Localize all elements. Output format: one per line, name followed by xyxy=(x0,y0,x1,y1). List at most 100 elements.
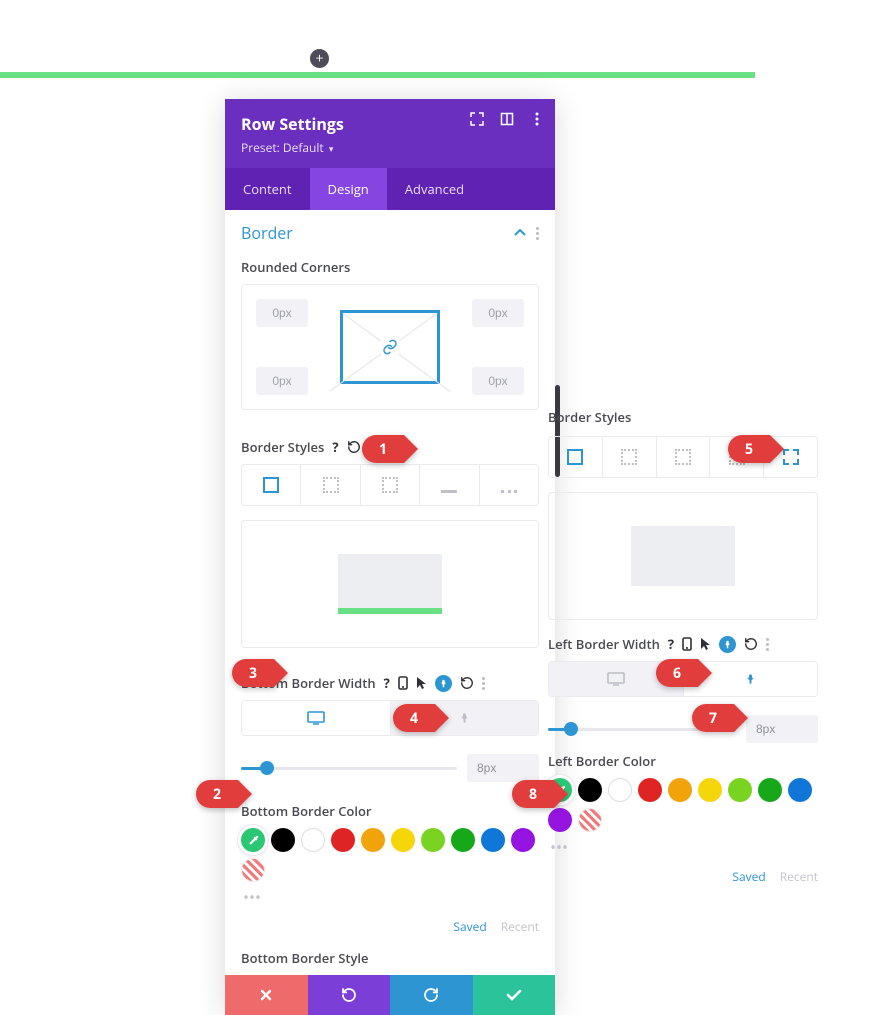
pin-icon[interactable] xyxy=(435,675,452,692)
border-right-button[interactable] xyxy=(361,465,420,505)
left-border-width-label: Left Border Width ? xyxy=(548,635,818,653)
bottom-border-style-label: Bottom Border Style xyxy=(241,949,539,967)
left-color-swatches xyxy=(548,778,818,832)
bottom-width-slider[interactable] xyxy=(241,767,457,770)
color-swatch[interactable] xyxy=(451,828,475,852)
color-swatch[interactable] xyxy=(728,778,752,802)
color-swatch[interactable] xyxy=(481,828,505,852)
callout-4: 4 xyxy=(393,704,435,732)
callout-8: 8 xyxy=(512,780,554,808)
color-swatch[interactable] xyxy=(301,828,325,852)
phone-icon[interactable] xyxy=(398,676,408,690)
tab-content[interactable]: Content xyxy=(225,168,310,210)
color-swatch[interactable] xyxy=(361,828,385,852)
color-swatch[interactable] xyxy=(391,828,415,852)
color-swatch[interactable] xyxy=(698,778,722,802)
phone-icon[interactable] xyxy=(682,637,692,651)
tab-advanced[interactable]: Advanced xyxy=(387,168,482,210)
color-swatch[interactable] xyxy=(788,778,812,802)
color-swatch[interactable] xyxy=(511,828,535,852)
more-colors-button[interactable]: ••• xyxy=(241,882,539,912)
color-swatch[interactable] xyxy=(578,778,602,802)
recent-colors-tab[interactable]: Recent xyxy=(501,918,539,935)
insertion-bar xyxy=(0,72,755,78)
border-right-button[interactable] xyxy=(657,437,711,477)
callout-1: 1 xyxy=(362,435,404,463)
rounded-corners-control xyxy=(241,284,539,410)
snap-icon[interactable] xyxy=(499,111,515,127)
rounded-corners-label: Rounded Corners xyxy=(241,258,539,276)
undo-button[interactable] xyxy=(308,975,391,1015)
pin-icon[interactable] xyxy=(719,636,736,653)
kebab-icon[interactable] xyxy=(482,677,485,690)
more-colors-button[interactable]: ••• xyxy=(548,832,818,862)
collapse-icon[interactable] xyxy=(514,229,526,237)
callout-6: 6 xyxy=(656,659,698,687)
border-all-button[interactable] xyxy=(549,437,603,477)
cancel-button[interactable] xyxy=(225,975,308,1015)
border-all-button[interactable] xyxy=(242,465,301,505)
color-swatch[interactable] xyxy=(608,778,632,802)
left-border-color-block: Left Border Color ••• Saved Recent xyxy=(548,752,818,885)
color-swatch[interactable] xyxy=(331,828,355,852)
section-border-header[interactable]: Border xyxy=(225,210,555,252)
callout-2: 2 xyxy=(196,780,238,808)
preset-selector[interactable]: Preset: Default ▾ xyxy=(241,139,539,156)
transparent-swatch[interactable] xyxy=(241,858,265,882)
border-styles-label: Border Styles xyxy=(548,408,818,426)
settings-tabs: Content Design Advanced xyxy=(225,168,555,210)
redo-button[interactable] xyxy=(390,975,473,1015)
saved-colors-tab[interactable]: Saved xyxy=(453,918,486,935)
reset-icon[interactable] xyxy=(347,440,361,454)
preview-shape xyxy=(338,554,442,614)
cursor-icon[interactable] xyxy=(416,676,427,690)
corner-bottom-left-input[interactable] xyxy=(256,367,308,395)
left-border-color-label: Left Border Color xyxy=(548,752,818,770)
kebab-icon[interactable] xyxy=(529,111,545,127)
bottom-width-input[interactable] xyxy=(467,754,539,782)
chevron-down-icon: ▾ xyxy=(329,142,334,155)
desktop-tab[interactable] xyxy=(242,701,390,735)
save-button[interactable] xyxy=(473,975,556,1015)
color-swatch[interactable] xyxy=(668,778,692,802)
color-swatch[interactable] xyxy=(548,808,572,832)
recent-colors-tab[interactable]: Recent xyxy=(780,868,818,885)
help-icon[interactable]: ? xyxy=(332,438,338,456)
kebab-icon[interactable] xyxy=(536,227,539,240)
color-swatch[interactable] xyxy=(638,778,662,802)
transparent-swatch[interactable] xyxy=(578,808,602,832)
left-border-width-block: Left Border Width ? xyxy=(548,635,818,743)
tab-design[interactable]: Design xyxy=(310,168,387,210)
link-icon[interactable] xyxy=(379,336,401,358)
color-swatch[interactable] xyxy=(421,828,445,852)
border-left-button[interactable] xyxy=(480,465,538,505)
border-top-button[interactable] xyxy=(301,465,360,505)
border-bottom-button[interactable] xyxy=(420,465,479,505)
responsive-toggle xyxy=(241,700,539,736)
kebab-icon[interactable] xyxy=(766,638,769,651)
reset-icon[interactable] xyxy=(460,676,474,690)
color-swatch[interactable] xyxy=(271,828,295,852)
callout-3: 3 xyxy=(232,659,274,687)
corner-top-left-input[interactable] xyxy=(256,299,308,327)
reset-icon[interactable] xyxy=(744,637,758,651)
add-section-button[interactable]: + xyxy=(310,49,329,68)
callout-5: 5 xyxy=(728,435,770,463)
corner-bottom-right-input[interactable] xyxy=(472,367,524,395)
color-swatch[interactable] xyxy=(758,778,782,802)
help-icon[interactable]: ? xyxy=(668,635,674,653)
panel-header: Row Settings Preset: Default ▾ xyxy=(225,99,555,168)
preview-shape xyxy=(631,526,735,586)
corners-link-box xyxy=(340,310,440,384)
help-icon[interactable]: ? xyxy=(384,674,390,692)
left-width-input[interactable] xyxy=(746,715,818,743)
expand-icon[interactable] xyxy=(469,111,485,127)
saved-colors-tab[interactable]: Saved xyxy=(732,868,765,885)
callout-7: 7 xyxy=(692,704,734,732)
panel-footer xyxy=(225,975,555,1015)
cursor-icon[interactable] xyxy=(700,637,711,651)
eyedropper-icon xyxy=(241,828,265,852)
eyedropper-swatch[interactable] xyxy=(241,828,265,852)
corner-top-right-input[interactable] xyxy=(472,299,524,327)
border-top-button[interactable] xyxy=(603,437,657,477)
